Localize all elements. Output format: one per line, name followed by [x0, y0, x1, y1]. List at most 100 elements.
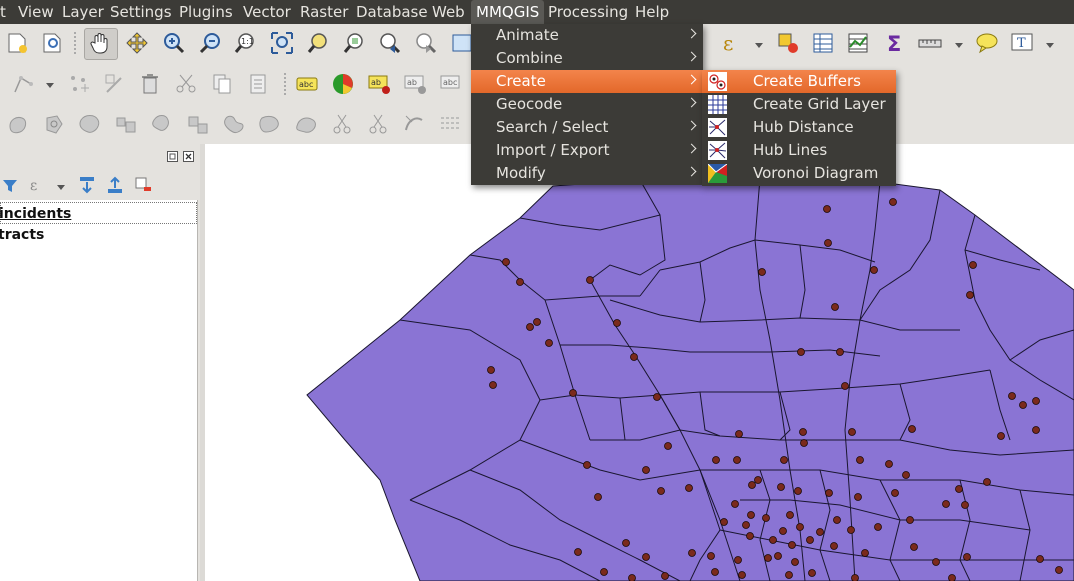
advanced-digitize-icon-5[interactable] — [150, 112, 174, 136]
submenu-arrow-icon — [686, 51, 697, 62]
submenu-arrow-icon — [686, 97, 697, 108]
advanced-digitize-icon-1[interactable] — [6, 112, 30, 136]
split-parts-icon[interactable] — [366, 112, 390, 136]
zoom-out-icon[interactable] — [198, 31, 222, 55]
menu-plugins[interactable]: Plugins — [174, 0, 238, 24]
node-tool-icon[interactable] — [103, 72, 127, 96]
incident-point — [786, 511, 794, 519]
move-feature-icon[interactable] — [67, 72, 91, 96]
menu-item-modify[interactable]: Modify — [471, 162, 703, 185]
incident-point — [630, 353, 638, 361]
paste-features-icon[interactable] — [246, 72, 270, 96]
incident-point — [731, 500, 739, 508]
statistics-icon[interactable] — [846, 31, 870, 55]
menu-vector[interactable]: Vector — [238, 0, 296, 24]
menu-view[interactable]: View — [13, 0, 59, 24]
pin-labels-icon[interactable]: ab — [367, 72, 391, 96]
map-view[interactable] — [205, 144, 1074, 581]
add-feature-icon[interactable] — [12, 72, 36, 96]
menu-item-import-export[interactable]: Import / Export — [471, 139, 703, 162]
menu-database[interactable]: Database — [351, 0, 433, 24]
attribute-table-icon[interactable] — [811, 31, 835, 55]
remove-layer-icon[interactable] — [134, 176, 152, 194]
collapse-all-icon[interactable] — [106, 176, 124, 194]
dropdown-arrow-icon[interactable] — [955, 43, 963, 48]
filter-legend-icon[interactable] — [2, 178, 18, 194]
menu-item-geocode[interactable]: Geocode — [471, 93, 703, 116]
menu-item-create-grid-layer[interactable]: Create Grid Layer — [702, 93, 896, 116]
menu-item-hub-lines[interactable]: Hub Lines — [702, 139, 896, 162]
incident-point — [983, 478, 991, 486]
expand-all-icon[interactable] — [78, 176, 96, 194]
pan-hand-icon[interactable] — [88, 31, 112, 55]
dropdown-arrow-icon[interactable] — [46, 83, 54, 88]
delete-selected-icon[interactable] — [138, 72, 162, 96]
menu-item-create[interactable]: Create — [471, 70, 703, 93]
dropdown-arrow-icon[interactable] — [1046, 43, 1054, 48]
menu-settings-partial[interactable]: t — [0, 0, 11, 24]
menu-item-animate[interactable]: Animate — [471, 24, 703, 47]
menu-processing[interactable]: Processing — [543, 0, 633, 24]
pan-to-selection-icon[interactable] — [125, 31, 149, 55]
incident-point — [657, 487, 665, 495]
open-project-icon[interactable] — [40, 31, 64, 55]
incident-point — [613, 319, 621, 327]
menu-item-label: Combine — [496, 49, 563, 67]
measure-icon[interactable] — [918, 31, 942, 55]
map-tips-icon[interactable] — [975, 31, 999, 55]
float-panel-icon[interactable] — [167, 151, 178, 162]
incident-point — [742, 521, 750, 529]
zoom-to-selection-icon[interactable] — [306, 31, 330, 55]
dropdown-arrow-icon[interactable] — [57, 185, 65, 190]
dropdown-arrow-icon[interactable] — [755, 43, 763, 48]
menu-item-voronoi-diagram[interactable]: Voronoi Diagram — [702, 162, 896, 185]
menu-mmqgis[interactable]: MMQGIS — [471, 0, 545, 24]
zoom-native-icon[interactable]: 1:1 — [233, 31, 257, 55]
close-panel-icon[interactable] — [183, 151, 194, 162]
zoom-to-layer-icon[interactable] — [342, 31, 366, 55]
layers-panel-header — [0, 144, 200, 168]
zoom-full-icon[interactable] — [270, 31, 294, 55]
menu-raster[interactable]: Raster — [295, 0, 353, 24]
zoom-in-icon[interactable] — [162, 31, 186, 55]
text-annotation-icon[interactable]: T — [1010, 31, 1034, 55]
map-canvas[interactable] — [205, 144, 1074, 581]
new-project-icon[interactable] — [5, 31, 29, 55]
sum-icon[interactable]: Σ — [883, 31, 907, 55]
incident-point — [966, 291, 974, 299]
move-label-icon[interactable]: abc — [439, 72, 463, 96]
incident-point — [685, 484, 693, 492]
zoom-last-icon[interactable] — [378, 31, 402, 55]
zoom-next-icon[interactable] — [414, 31, 438, 55]
menu-item-hub-distance[interactable]: Hub Distance — [702, 116, 896, 139]
advanced-digitize-icon-7[interactable] — [222, 112, 246, 136]
advanced-digitize-icon-6[interactable] — [186, 112, 210, 136]
offset-curve-icon[interactable] — [438, 112, 462, 136]
menu-web[interactable]: Web — [427, 0, 470, 24]
layer-item-incidents[interactable]: incidents — [0, 202, 197, 224]
diagram-properties-icon[interactable] — [331, 72, 355, 96]
menu-item-create-buffers[interactable]: Create Buffers — [702, 70, 896, 93]
incident-point — [800, 439, 808, 447]
menu-item-combine[interactable]: Combine — [471, 47, 703, 70]
menu-layer[interactable]: Layer — [57, 0, 109, 24]
deselect-icon[interactable] — [776, 31, 800, 55]
copy-features-icon[interactable] — [210, 72, 234, 96]
reshape-features-icon[interactable] — [402, 112, 426, 136]
filter-expression-icon[interactable]: ε — [28, 176, 46, 194]
cut-features-icon[interactable] — [174, 72, 198, 96]
menu-settings[interactable]: Settings — [105, 0, 177, 24]
advanced-digitize-icon-3[interactable] — [78, 112, 102, 136]
show-hide-labels-icon[interactable]: ab — [403, 72, 427, 96]
menu-help[interactable]: Help — [630, 0, 674, 24]
advanced-digitize-icon-4[interactable] — [114, 112, 138, 136]
expression-select-icon[interactable]: ε — [720, 31, 744, 55]
advanced-digitize-icon-8[interactable] — [258, 112, 282, 136]
submenu-arrow-icon — [686, 28, 697, 39]
advanced-digitize-icon-2[interactable] — [42, 112, 66, 136]
menu-item-search-select[interactable]: Search / Select — [471, 116, 703, 139]
advanced-digitize-icon-9[interactable] — [294, 112, 318, 136]
menu-item-label: Animate — [496, 26, 559, 44]
split-features-icon[interactable] — [330, 112, 354, 136]
label-tool-icon[interactable]: abc — [295, 72, 319, 96]
